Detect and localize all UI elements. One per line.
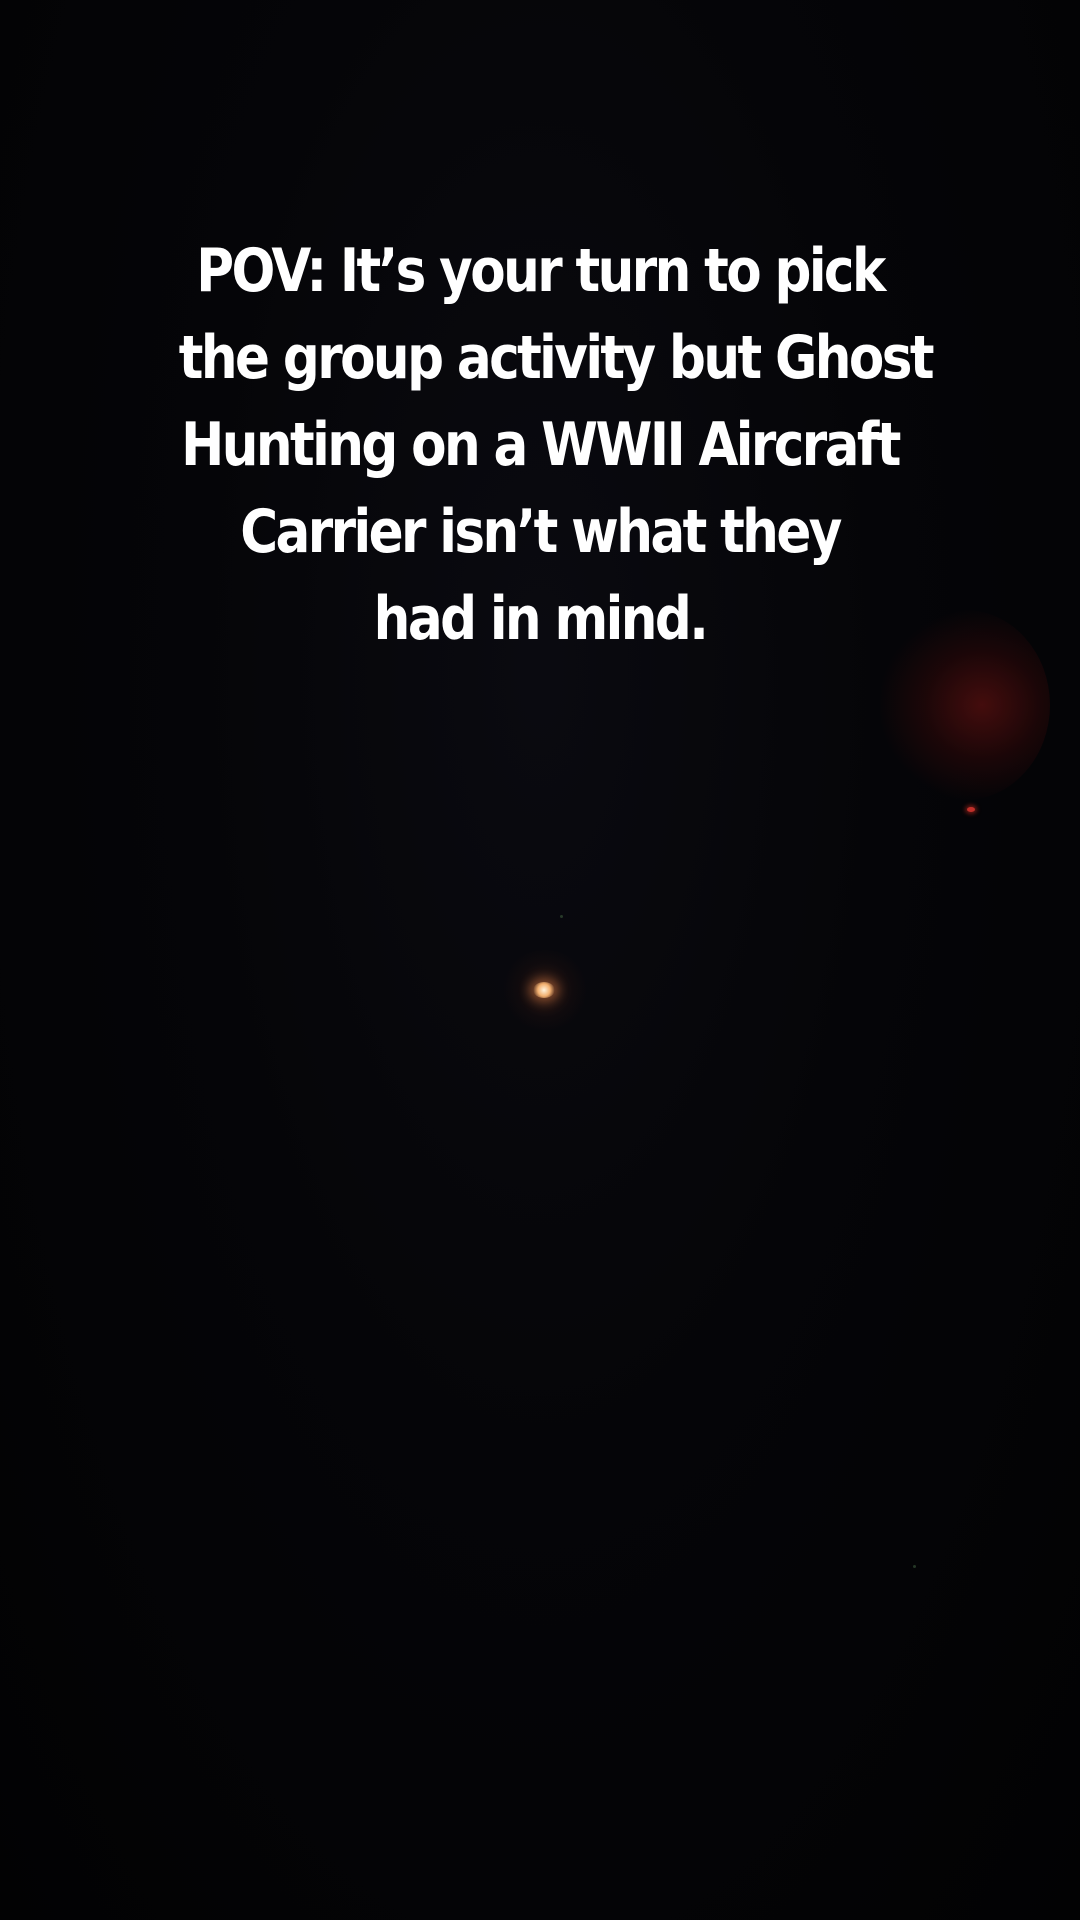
caption-line: Carrier isn’t what they: [240, 497, 842, 567]
faint-speck: [560, 915, 563, 918]
faint-speck: [913, 1565, 916, 1568]
caption-line: the group activity but Ghost: [178, 323, 935, 393]
overlay-caption: POV: It’s your turn to pick the group ac…: [178, 228, 935, 663]
dark-photo-background: POV: It’s your turn to pick the group ac…: [0, 0, 1080, 1920]
distant-light-source: [533, 982, 555, 998]
caption-line: Hunting on a WWII Aircraft: [181, 410, 901, 480]
caption-line: had in mind.: [373, 584, 709, 654]
red-light-point: [967, 807, 975, 812]
caption-line: POV: It’s your turn to pick: [196, 236, 886, 306]
red-light-glow: [880, 610, 1050, 800]
